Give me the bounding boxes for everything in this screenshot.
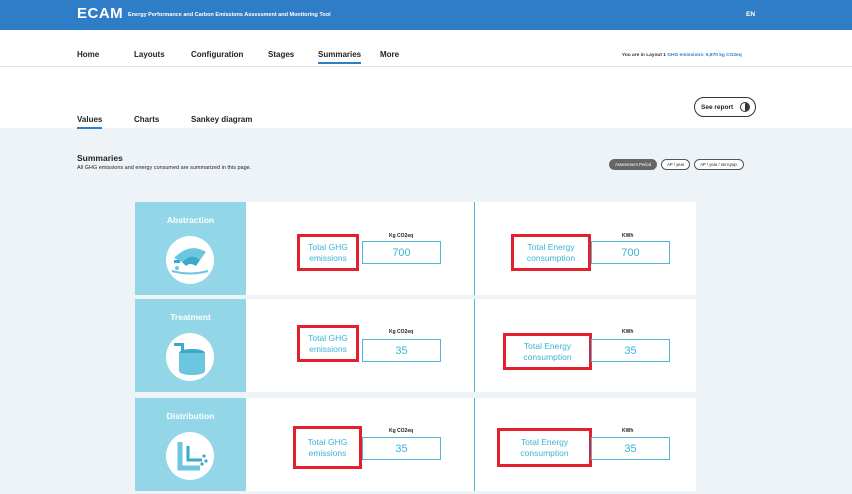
ghg-label: Total GHG emissions (297, 325, 359, 362)
energy-unit: KWh (622, 428, 634, 434)
app-subtitle: Energy Performance and Carbon Emissions … (128, 12, 331, 18)
see-report-button[interactable]: See report (694, 97, 756, 117)
energy-unit: KWh (622, 329, 634, 335)
stage-name: Abstraction (166, 215, 215, 225)
language-selector[interactable]: EN (746, 11, 755, 18)
nav-summaries[interactable]: Summaries (318, 50, 362, 64)
tab-values[interactable]: Values (77, 115, 103, 129)
pill-assessment-period[interactable]: Assessment Period (609, 159, 658, 170)
nav-stages[interactable]: Stages (268, 50, 294, 59)
ghg-unit: Kg CO2eq (389, 233, 414, 239)
section-description: All GHG emissions and energy consumed ar… (77, 165, 252, 171)
energy-value: 35 (591, 339, 670, 362)
energy-value: 700 (591, 241, 670, 264)
layout-name[interactable]: Layout 1 (646, 53, 666, 58)
stage-name: Treatment (170, 312, 211, 322)
current-layout-info: You are in Layout 1 GHG emissions: 6,870… (622, 53, 742, 58)
column-divider (474, 299, 475, 392)
see-report-label: See report (701, 103, 734, 111)
stage-card-distribution: Distribution Total GHG emissions Kg CO2e… (135, 398, 696, 491)
ghg-label: Total GHG emissions (297, 234, 359, 271)
energy-label: Total Energy consumption (503, 333, 592, 370)
top-bar: ECAM Energy Performance and Carbon Emiss… (0, 0, 852, 30)
column-divider (474, 202, 475, 295)
layout-prefix: You are in (622, 53, 645, 58)
app-logo[interactable]: ECAM (77, 5, 123, 22)
pill-ap-year[interactable]: AP / year (661, 159, 691, 170)
ghg-label: Total GHG emissions (293, 426, 362, 469)
ghg-unit: Kg CO2eq (389, 329, 414, 335)
tab-charts[interactable]: Charts (134, 115, 159, 124)
nav-layouts[interactable]: Layouts (134, 50, 165, 59)
period-selector: Assessment Period AP / year AP / year / … (609, 159, 744, 170)
ghg-value: 35 (362, 339, 441, 362)
treatment-icon (166, 333, 214, 381)
nav-more[interactable]: More (380, 50, 399, 59)
energy-label: Total Energy consumption (511, 234, 591, 271)
section-title: Summaries (77, 153, 123, 163)
pill-ap-year-serv-pop[interactable]: AP / year / serv.pop. (694, 159, 744, 170)
ghg-value: 700 (362, 241, 441, 264)
nav-configuration[interactable]: Configuration (191, 50, 243, 59)
stage-card-abstraction: Abstraction Total GHG emissions Kg CO2eq… (135, 202, 696, 295)
energy-value: 35 (591, 437, 670, 460)
tab-sankey-diagram[interactable]: Sankey diagram (191, 115, 252, 124)
distribution-icon (166, 432, 214, 480)
stage-name: Distribution (166, 411, 215, 421)
nav-home[interactable]: Home (77, 50, 99, 59)
stage-panel[interactable]: Distribution (135, 398, 246, 491)
summary-subnav: Values Charts Sankey diagram See report (0, 67, 852, 129)
energy-unit: KWh (622, 233, 634, 239)
stage-card-treatment: Treatment Total GHG emissions Kg CO2eq 3… (135, 299, 696, 392)
main-nav: Home Layouts Configuration Stages Summar… (0, 30, 852, 67)
ghg-unit: Kg CO2eq (389, 428, 414, 434)
ghg-value: 35 (362, 437, 441, 460)
layout-emissions: GHG emissions: 6,870 kg CO2eq (667, 53, 742, 58)
abstraction-icon (166, 236, 214, 284)
column-divider (474, 398, 475, 491)
contrast-icon (740, 102, 750, 112)
energy-label: Total Energy consumption (497, 428, 592, 467)
stage-panel[interactable]: Abstraction (135, 202, 246, 295)
stage-panel[interactable]: Treatment (135, 299, 246, 392)
